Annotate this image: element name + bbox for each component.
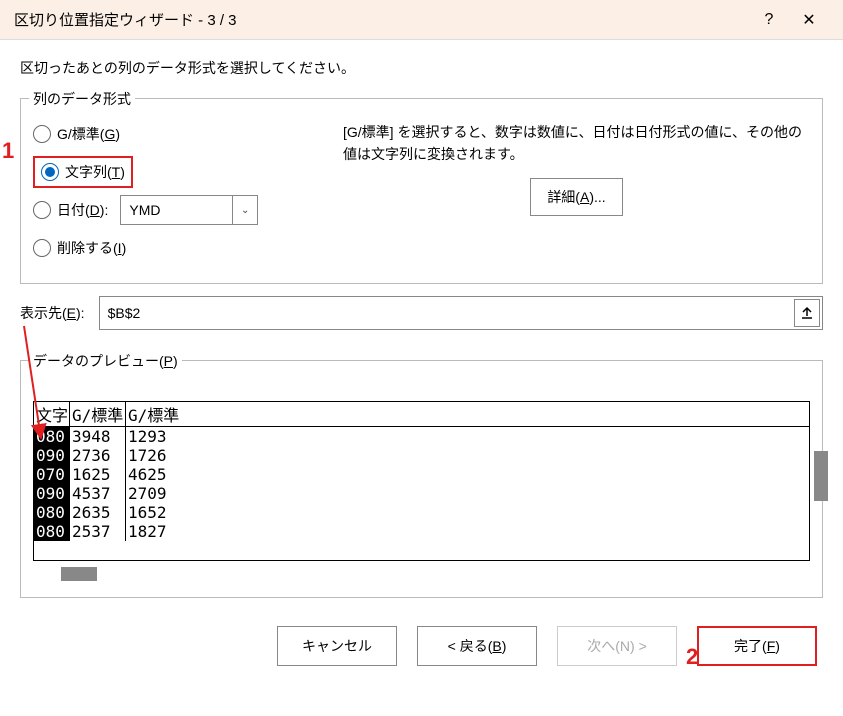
table-row[interactable]: 07016254625 bbox=[34, 465, 809, 484]
destination-input[interactable]: $B$2 bbox=[99, 296, 823, 330]
finish-button[interactable]: 完了(F) bbox=[697, 626, 817, 666]
cancel-button[interactable]: キャンセル bbox=[277, 626, 397, 666]
table-row[interactable]: 09027361726 bbox=[34, 446, 809, 465]
radio-skip[interactable] bbox=[33, 239, 51, 257]
destination-label: 表示先(E): bbox=[20, 303, 85, 323]
table-row[interactable]: 08025371827 bbox=[34, 522, 809, 541]
vertical-scrollbar[interactable] bbox=[814, 451, 828, 501]
table-row[interactable]: 09045372709 bbox=[34, 484, 809, 503]
format-description: [G/標準] を選択すると、数字は数値に、日付は日付形式の値に、その他の値は文字… bbox=[343, 121, 810, 166]
instruction-text: 区切ったあとの列のデータ形式を選択してください。 bbox=[20, 58, 823, 78]
radio-text-label[interactable]: 文字列(T) bbox=[65, 162, 125, 182]
radio-skip-label[interactable]: 削除する(I) bbox=[57, 238, 126, 258]
chevron-down-icon: ⌄ bbox=[241, 205, 249, 216]
radio-text[interactable] bbox=[41, 163, 59, 181]
radio-general[interactable] bbox=[33, 125, 51, 143]
range-picker-icon[interactable] bbox=[794, 299, 820, 327]
radio-general-label[interactable]: G/標準(G) bbox=[57, 124, 120, 144]
horizontal-scrollbar[interactable] bbox=[33, 567, 810, 581]
table-row[interactable]: 08039481293 bbox=[34, 427, 809, 446]
column-format-legend: 列のデータ形式 bbox=[29, 89, 135, 109]
preview-legend: データのプレビュー(P) bbox=[29, 351, 182, 371]
date-format-combo[interactable]: YMD ⌄ bbox=[120, 195, 258, 225]
help-button[interactable]: ? bbox=[749, 0, 789, 40]
close-button[interactable]: ✕ bbox=[789, 0, 829, 40]
preview-header: 文字 G/標準 G/標準 bbox=[34, 402, 809, 427]
window-title: 区切り位置指定ウィザード - 3 / 3 bbox=[14, 9, 749, 30]
back-button[interactable]: < 戻る(B) bbox=[417, 626, 537, 666]
preview-grid[interactable]: 文字 G/標準 G/標準 080394812930902736172607016… bbox=[33, 401, 810, 561]
radio-date-label[interactable]: 日付(D): bbox=[57, 200, 108, 220]
radio-date[interactable] bbox=[33, 201, 51, 219]
table-row[interactable]: 08026351652 bbox=[34, 503, 809, 522]
next-button: 次へ(N) > bbox=[557, 626, 677, 666]
detail-button[interactable]: 詳細(A)... bbox=[530, 178, 622, 216]
